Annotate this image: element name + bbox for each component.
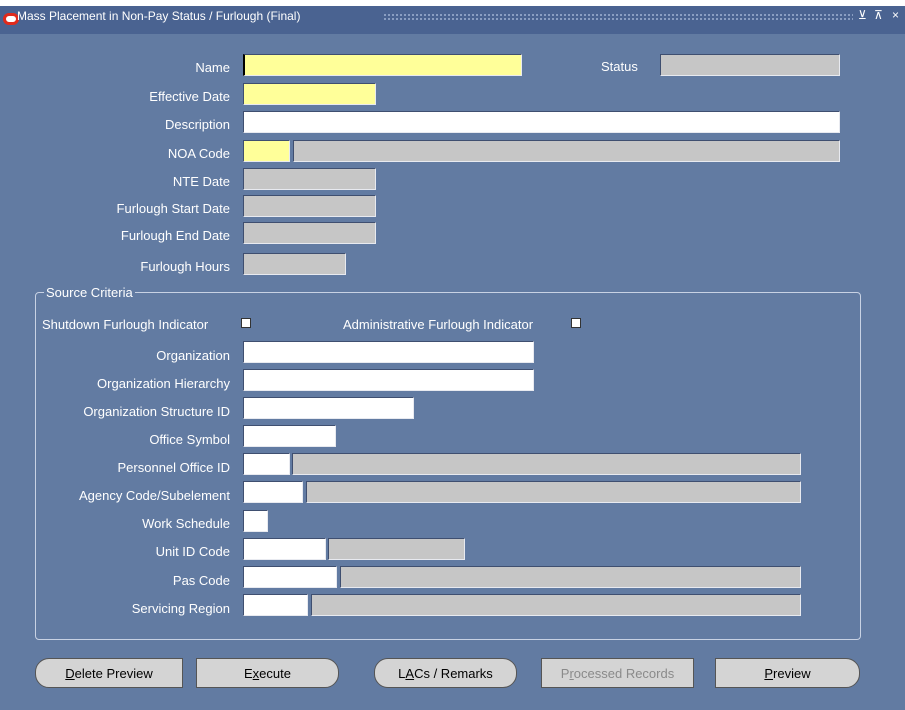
unit-id-code-label: Unit ID Code [155, 544, 230, 559]
furlough-end-date-field [243, 222, 376, 244]
source-criteria-legend: Source Criteria [44, 285, 135, 300]
execute-button[interactable]: Ex ecute [196, 658, 339, 688]
noa-code-field[interactable] [243, 140, 290, 162]
processed-label-pre: P [560, 665, 570, 681]
agency-code-description-field [306, 481, 801, 503]
work-schedule-label: Work Schedule [142, 516, 230, 531]
personnel-office-id-label: Personnel Office ID [117, 460, 230, 475]
maximize-icon[interactable]: ⊼ [874, 8, 883, 22]
administrative-furlough-label: Administrative Furlough Indicator [343, 317, 534, 332]
lacs-label: Cs / Remarks [414, 665, 493, 681]
preview-mnemonic: P [764, 665, 774, 681]
noa-description-field [293, 140, 840, 162]
shutdown-furlough-checkbox[interactable] [241, 318, 251, 328]
window-title: Mass Placement in Non-Pay Status / Furlo… [17, 9, 301, 23]
organization-label: Organization [156, 348, 230, 363]
effective-date-field[interactable] [243, 83, 376, 105]
title-bar-pattern [383, 13, 853, 22]
office-symbol-label: Office Symbol [149, 432, 230, 447]
status-label: Status [601, 59, 638, 74]
minimize-icon[interactable]: ⊻ [858, 8, 867, 22]
lacs-mnemonic: A [405, 665, 415, 681]
delete-preview-label: elete Preview [74, 665, 153, 681]
nte-date-label: NTE Date [172, 174, 230, 189]
organization-structure-id-field[interactable] [243, 397, 414, 419]
status-field [660, 54, 840, 76]
nte-date-field [243, 168, 376, 190]
furlough-end-date-label: Furlough End Date [120, 228, 230, 243]
administrative-furlough-checkbox[interactable] [571, 318, 581, 328]
work-schedule-field[interactable] [243, 510, 268, 532]
name-label: Name [195, 60, 230, 75]
preview-button[interactable]: Preview [715, 658, 860, 688]
name-field[interactable] [243, 54, 522, 76]
agency-code-label: Agency Code/Subelement [78, 488, 230, 503]
processed-label: ocessed Records [573, 665, 675, 681]
servicing-region-field[interactable] [243, 594, 308, 616]
lacs-remarks-button[interactable]: L A Cs / Remarks [374, 658, 517, 688]
shutdown-furlough-label: Shutdown Furlough Indicator [42, 317, 209, 332]
noa-code-label: NOA Code [167, 146, 230, 161]
title-bar: Mass Placement in Non-Pay Status / Furlo… [0, 6, 905, 34]
organization-field[interactable] [243, 341, 534, 363]
delete-preview-button[interactable]: Delete Preview [35, 658, 183, 688]
furlough-start-date-label: Furlough Start Date [116, 201, 230, 216]
description-label: Description [164, 117, 230, 132]
close-icon[interactable]: × [892, 8, 899, 22]
servicing-region-label: Servicing Region [131, 601, 230, 616]
organization-hierarchy-label: Organization Hierarchy [97, 376, 230, 391]
execute-label-pre: E [244, 665, 253, 681]
furlough-hours-field [243, 253, 346, 275]
unit-id-description-field [328, 538, 465, 560]
pas-code-description-field [340, 566, 801, 588]
description-field[interactable] [243, 111, 840, 133]
execute-label: ecute [259, 665, 291, 681]
preview-label: review [773, 665, 811, 681]
delete-preview-mnemonic: D [65, 665, 75, 681]
unit-id-code-field[interactable] [243, 538, 326, 560]
personnel-office-id-field[interactable] [243, 453, 290, 475]
pas-code-label: Pas Code [172, 573, 230, 588]
furlough-start-date-field [243, 195, 376, 217]
pas-code-field[interactable] [243, 566, 337, 588]
office-symbol-field[interactable] [243, 425, 336, 447]
processed-records-button[interactable]: Pr ocessed Records [541, 658, 694, 688]
lacs-label-pre: L [398, 665, 406, 681]
effective-date-label: Effective Date [149, 89, 230, 104]
servicing-region-description-field [311, 594, 801, 616]
agency-code-field[interactable] [243, 481, 303, 503]
furlough-hours-label: Furlough Hours [140, 259, 230, 274]
personnel-office-description-field [292, 453, 801, 475]
organization-structure-id-label: Organization Structure ID [83, 404, 230, 419]
organization-hierarchy-field[interactable] [243, 369, 534, 391]
